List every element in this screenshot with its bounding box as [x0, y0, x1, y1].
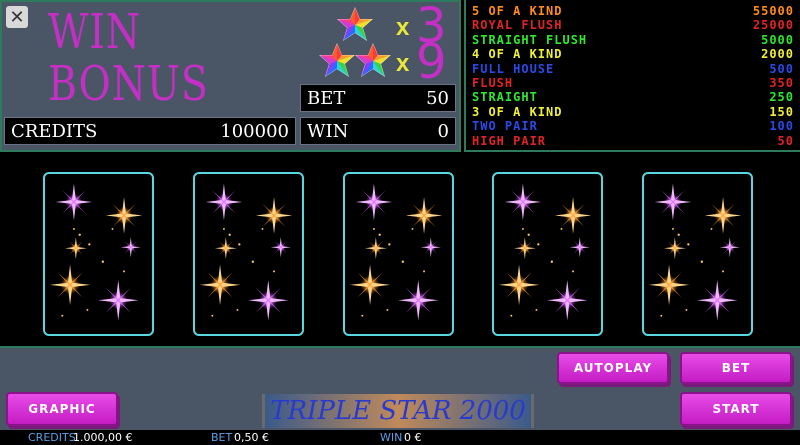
paytable-hand: HIGH PAIR: [472, 133, 547, 148]
win-bonus-line2: BONUS: [48, 56, 209, 112]
rainbow-star-icon: [319, 43, 355, 77]
bet-box: BET 50: [300, 84, 456, 112]
paytable-row: STRAIGHT FLUSH 5000: [472, 33, 794, 47]
status-bet-label: BET: [211, 431, 233, 444]
card-1[interactable]: [43, 172, 154, 336]
start-button[interactable]: START: [680, 392, 792, 426]
rainbow-star-icon: [337, 7, 373, 41]
multiplier-x-1: x: [396, 14, 410, 41]
status-credits-label: CREDITS: [28, 431, 76, 444]
paytable-payout: 5000: [761, 32, 794, 47]
paytable-row: STRAIGHT 250: [472, 90, 794, 104]
bet-button[interactable]: BET: [680, 352, 792, 384]
paytable-hand: FLUSH: [472, 75, 514, 90]
win-bonus-title: WIN BONUS: [48, 6, 209, 110]
paytable-row: 3 OF A KIND 150: [472, 105, 794, 119]
paytable-payout: 350: [769, 75, 794, 90]
paytable-hand: 5 OF A KIND: [472, 4, 563, 18]
paytable-hand: STRAIGHT FLUSH: [472, 32, 588, 47]
multiplier-row-2: [318, 42, 356, 84]
win-label: WIN: [307, 120, 349, 142]
status-credits-value: 1.000,00 €: [73, 431, 133, 444]
card-back-icon: [644, 174, 751, 334]
paytable-payout: 150: [769, 104, 794, 119]
win-value: 0: [437, 120, 449, 142]
multiplier-value-2: 9: [416, 34, 447, 90]
paytable-hand: ROYAL FLUSH: [472, 18, 563, 33]
card-2[interactable]: [193, 172, 304, 336]
card-back-icon: [345, 174, 452, 334]
status-win-label: WIN: [380, 431, 403, 444]
paytable-hand: TWO PAIR: [472, 119, 538, 134]
card-5[interactable]: [642, 172, 753, 336]
close-icon[interactable]: ✕: [6, 6, 28, 28]
paytable-hand: FULL HOUSE: [472, 61, 555, 76]
paytable: 5 OF A KIND 55000 ROYAL FLUSH 25000 STRAIGHT…: [464, 0, 800, 152]
game-title: TRIPLE STAR 2000: [262, 394, 534, 428]
status-win-value: 0 €: [404, 431, 422, 444]
paytable-row: HIGH PAIR 50: [472, 134, 794, 148]
win-bonus-line1: WIN: [48, 4, 141, 60]
bet-value: 50: [426, 87, 449, 109]
status-bar: CREDITS 1.000,00 € BET 0,50 € WIN 0 €: [0, 430, 800, 445]
paytable-row: FULL HOUSE 500: [472, 62, 794, 76]
paytable-hand: STRAIGHT: [472, 90, 538, 105]
win-box: WIN 0: [300, 117, 456, 145]
multiplier-x-2: x: [396, 50, 410, 77]
paytable-hand: 3 OF A KIND: [472, 104, 563, 119]
card-back-icon: [195, 174, 302, 334]
paytable-row: 4 OF A KIND 2000: [472, 47, 794, 61]
paytable-row: TWO PAIR 100: [472, 119, 794, 133]
paytable-row: 5 OF A KIND 55000: [472, 4, 794, 18]
card-3[interactable]: [343, 172, 454, 336]
card-4[interactable]: [492, 172, 603, 336]
paytable-payout: 100: [769, 119, 794, 134]
paytable-row: ROYAL FLUSH 25000: [472, 18, 794, 32]
rainbow-star-icon: [355, 43, 391, 77]
credits-value: 100000: [220, 120, 289, 142]
credits-box: CREDITS 100000: [4, 117, 296, 145]
paytable-payout: 50: [777, 133, 794, 148]
card-back-icon: [494, 174, 601, 334]
paytable-row: FLUSH 350: [472, 76, 794, 90]
multiplier-row-2-star-b: [354, 42, 392, 84]
autoplay-button[interactable]: AUTOPLAY: [557, 352, 669, 384]
bet-label: BET: [307, 87, 346, 109]
paytable-payout: 250: [769, 90, 794, 105]
credits-label: CREDITS: [11, 120, 98, 142]
graphic-button[interactable]: GRAPHIC: [6, 392, 118, 426]
paytable-hand: 4 OF A KIND: [472, 47, 563, 62]
paytable-payout: 500: [769, 61, 794, 76]
paytable-payout: 25000: [752, 18, 794, 33]
paytable-payout: 2000: [761, 47, 794, 62]
paytable-payout: 55000: [752, 4, 794, 18]
status-bet-value: 0,50 €: [234, 431, 269, 444]
card-back-icon: [45, 174, 152, 334]
